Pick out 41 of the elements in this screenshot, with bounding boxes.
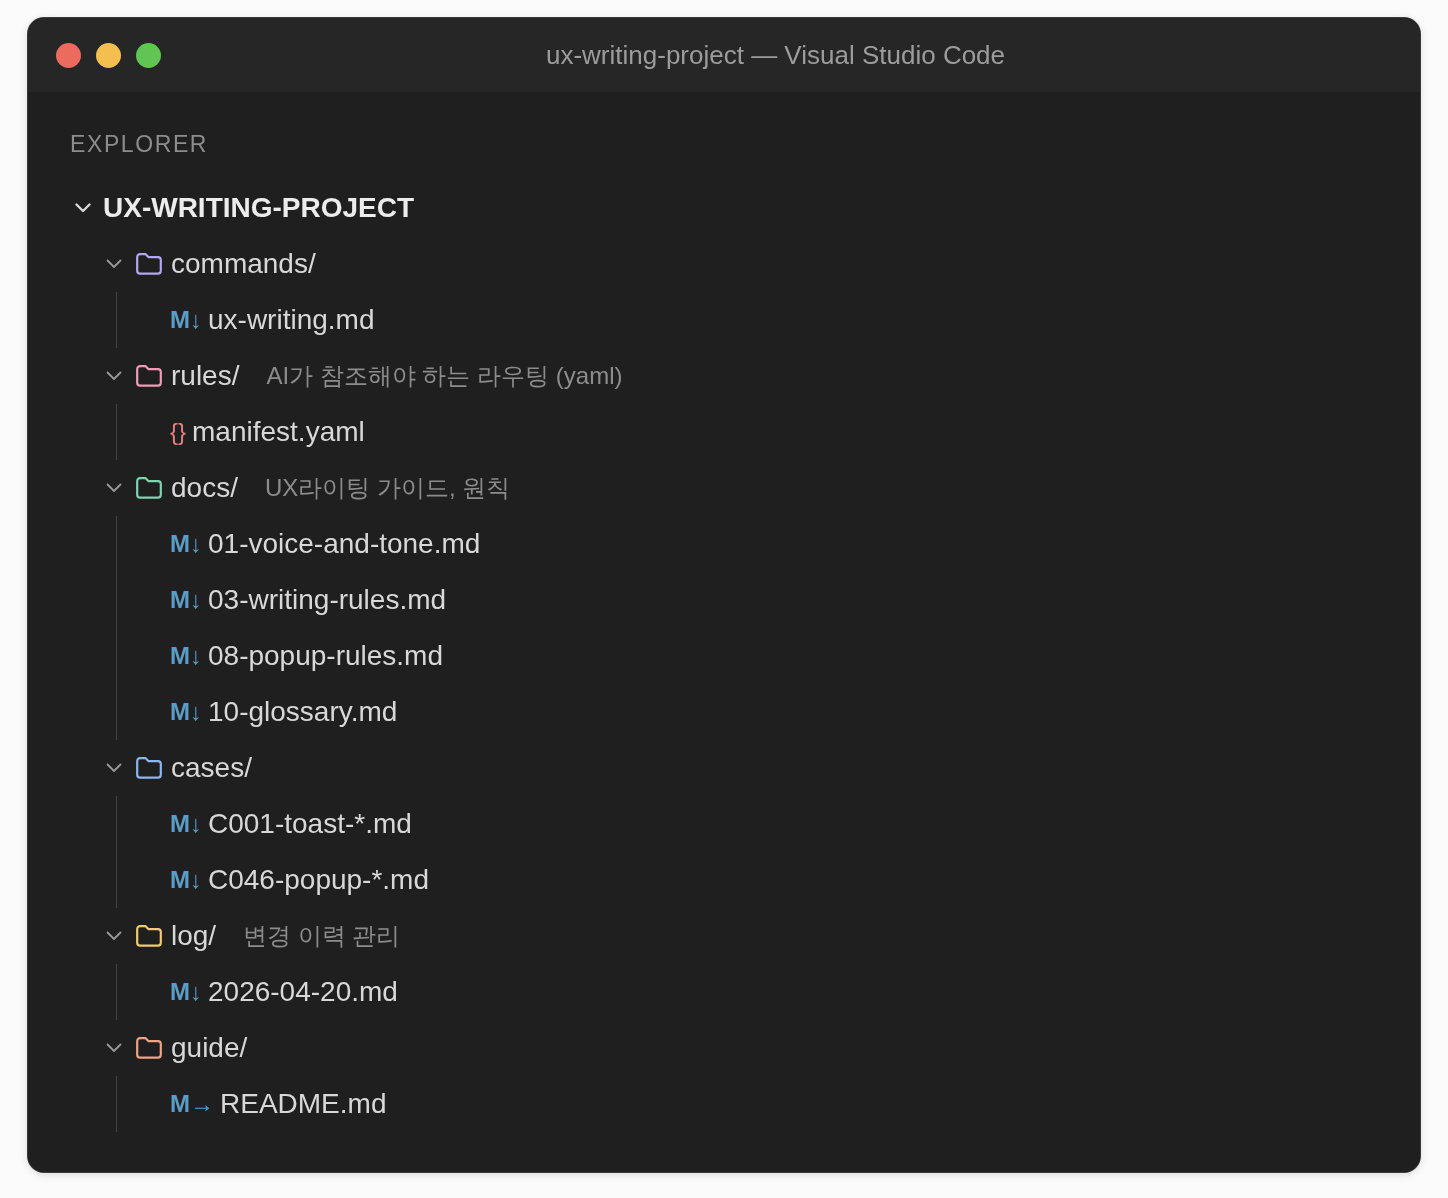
chevron-icon[interactable] bbox=[106, 931, 122, 941]
folder-description: AI가 참조해야 하는 라우팅 (yaml) bbox=[266, 361, 623, 391]
folder-description: UX라이팅 가이드, 원칙 bbox=[264, 473, 511, 503]
folder-name[interactable]: guide/ bbox=[171, 1032, 248, 1064]
file-name[interactable]: README.md bbox=[220, 1088, 387, 1120]
markdown-icon: M→ bbox=[170, 1090, 214, 1118]
file-name[interactable]: C046-popup-*.md bbox=[208, 864, 430, 896]
file-name[interactable]: C001-toast-*.md bbox=[208, 808, 412, 840]
markdown-icon: M↓ bbox=[170, 866, 202, 894]
file-name[interactable]: 03-writing-rules.md bbox=[208, 584, 447, 616]
window-title: ux-writing-project — Visual Studio Code bbox=[545, 39, 1006, 71]
chevron-icon[interactable] bbox=[106, 763, 122, 773]
markdown-icon: M↓ bbox=[170, 642, 202, 670]
markdown-icon: M↓ bbox=[170, 530, 202, 558]
chevron-icon[interactable] bbox=[106, 1043, 122, 1053]
folder-name[interactable]: cases/ bbox=[171, 752, 252, 784]
chevron-icon[interactable] bbox=[106, 259, 122, 269]
folder-name[interactable]: docs/ bbox=[171, 472, 238, 504]
file-name[interactable]: manifest.yaml bbox=[192, 416, 365, 448]
folder-name[interactable]: log/ bbox=[171, 920, 217, 952]
explorer-title: EXPLORER bbox=[70, 130, 209, 158]
folder-name[interactable]: commands/ bbox=[171, 248, 316, 280]
file-name[interactable]: ux-writing.md bbox=[208, 304, 375, 336]
file-name[interactable]: 01-voice-and-tone.md bbox=[208, 528, 481, 560]
markdown-icon: M↓ bbox=[170, 698, 202, 726]
close-icon[interactable] bbox=[56, 42, 81, 68]
file-name[interactable]: 08-popup-rules.md bbox=[208, 640, 444, 672]
maximize-icon[interactable] bbox=[136, 42, 161, 68]
project-name[interactable]: UX-WRITING-PROJECT bbox=[103, 192, 415, 224]
file-name[interactable]: 10-glossary.md bbox=[208, 696, 398, 728]
braces-icon: {} bbox=[170, 418, 187, 446]
markdown-icon: M↓ bbox=[170, 586, 202, 614]
markdown-icon: M↓ bbox=[170, 978, 202, 1006]
chevron-icon[interactable] bbox=[106, 371, 122, 381]
file-name[interactable]: 2026-04-20.md bbox=[208, 976, 398, 1008]
chevron-icon[interactable] bbox=[106, 483, 122, 493]
folder-name[interactable]: rules/ bbox=[171, 360, 240, 392]
minimize-icon[interactable] bbox=[96, 42, 121, 68]
markdown-icon: M↓ bbox=[170, 306, 202, 334]
folder-description: 변경 이력 관리 bbox=[243, 921, 401, 951]
markdown-icon: M↓ bbox=[170, 810, 202, 838]
